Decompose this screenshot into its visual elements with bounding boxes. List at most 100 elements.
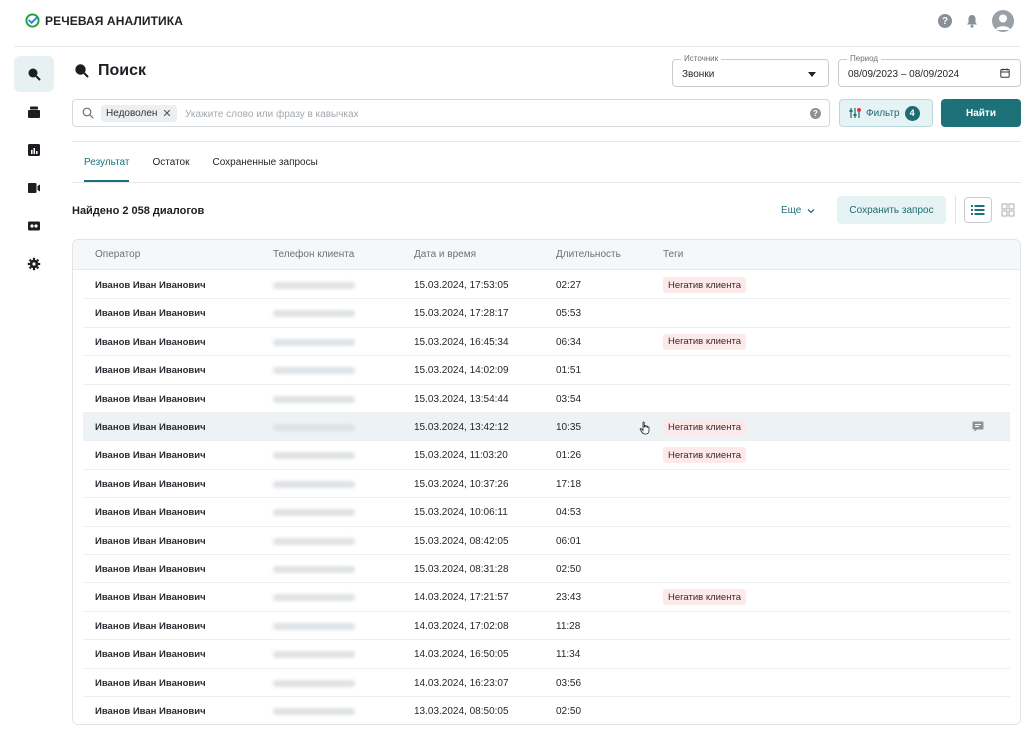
call-datetime: 15.03.2024, 13:42:12: [414, 422, 509, 433]
tag-badge[interactable]: Негатив клиента: [663, 419, 746, 435]
sidebar-item-audio[interactable]: [14, 208, 54, 244]
period-picker[interactable]: Период 08/09/2023 – 08/09/2024: [838, 54, 1021, 87]
call-duration: 04:53: [556, 507, 582, 519]
section-divider: [72, 141, 1021, 142]
tag-badge[interactable]: Негатив клиента: [663, 333, 746, 350]
save-query-button[interactable]: Сохранить запрос: [837, 196, 946, 224]
top-bar: РЕЧЕВАЯ АНАЛИТИКА ?: [0, 0, 1032, 44]
client-phone-blurred: [273, 566, 355, 573]
operator-name: Иванов Иван Иванович: [95, 564, 206, 575]
camera-icon: [28, 183, 40, 193]
tag-badge[interactable]: Негатив клиента: [663, 447, 746, 464]
search-box[interactable]: Недоволен ✕ ?: [72, 99, 830, 127]
client-phone-blurred: [273, 282, 355, 289]
source-select[interactable]: Источник Звонки: [672, 54, 829, 87]
header-phone[interactable]: Телефон клиента: [273, 249, 354, 260]
call-duration: 11:28: [556, 620, 581, 632]
sidebar-item-settings[interactable]: [14, 246, 54, 282]
period-value: 08/09/2023 – 08/09/2024: [848, 69, 960, 80]
call-datetime: 15.03.2024, 16:45:34: [414, 336, 509, 348]
period-label: Период: [847, 54, 882, 63]
table-row[interactable]: Иванов Иван Иванович 15.03.2024, 10:06:11…: [83, 498, 1010, 527]
operator-name: Иванов Иван Иванович: [95, 706, 206, 717]
table-row[interactable]: Иванов Иван Иванович 15.03.2024, 17:53:05…: [83, 271, 1010, 300]
operator-name: Иванов Иван Иванович: [95, 620, 206, 632]
table-row[interactable]: Иванов Иван Иванович 15.03.2024, 08:42:05…: [83, 527, 1010, 555]
table-row[interactable]: Иванов Иван Иванович 15.03.2024, 16:45:34…: [83, 328, 1010, 357]
call-datetime: 15.03.2024, 17:28:17: [414, 308, 509, 320]
call-duration: 05:53: [556, 308, 582, 320]
sidebar-item-folders[interactable]: [14, 94, 54, 130]
dialogs-table: Оператор Телефон клиента Дата и время Дл…: [72, 239, 1021, 725]
client-phone-blurred: [273, 679, 355, 687]
operator-name: Иванов Иван Иванович: [95, 649, 206, 661]
tabs-divider: [72, 182, 1021, 183]
operator-name: Иванов Иван Иванович: [95, 507, 206, 519]
filter-button[interactable]: Фильтр 4: [839, 99, 933, 127]
sidebar-item-video[interactable]: [14, 170, 54, 206]
call-datetime: 15.03.2024, 08:42:05: [414, 535, 509, 547]
avatar[interactable]: [992, 10, 1014, 32]
table-row[interactable]: Иванов Иван Иванович 14.03.2024, 17:21:57…: [83, 583, 1010, 612]
table-row[interactable]: Иванов Иван Иванович 15.03.2024, 08:31:28…: [83, 555, 1010, 584]
header-duration[interactable]: Длительность: [556, 249, 621, 260]
folder-icon: [28, 106, 40, 118]
client-phone-blurred: [273, 424, 355, 431]
find-button[interactable]: Найти: [941, 99, 1021, 127]
comment-icon[interactable]: [972, 421, 984, 432]
header-datetime[interactable]: Дата и время: [414, 249, 476, 260]
more-button[interactable]: Еще: [781, 205, 815, 216]
table-row[interactable]: Иванов Иван Иванович 15.03.2024, 13:42:12…: [83, 413, 1010, 442]
search-chip-label: Недоволен: [106, 108, 158, 119]
close-icon[interactable]: ✕: [162, 107, 171, 120]
operator-name: Иванов Иван Иванович: [95, 336, 206, 348]
results-count: Найдено 2 058 диалогов: [72, 205, 205, 217]
table-row[interactable]: Иванов Иван Иванович 14.03.2024, 16:23:07…: [83, 669, 1010, 697]
call-datetime: 14.03.2024, 16:50:05: [414, 649, 509, 661]
grid-view-button[interactable]: [996, 197, 1020, 223]
tag-badge[interactable]: Негатив клиента: [663, 277, 746, 293]
table-row[interactable]: Иванов Иван Иванович 15.03.2024, 11:03:20…: [83, 441, 1010, 470]
table-row[interactable]: Иванов Иван Иванович 15.03.2024, 13:54:44…: [83, 385, 1010, 413]
app-logo[interactable]: РЕЧЕВАЯ АНАЛИТИКА: [25, 13, 183, 28]
calendar-icon[interactable]: [1000, 68, 1010, 78]
help-icon[interactable]: ?: [810, 108, 821, 119]
call-duration: 03:56: [556, 677, 582, 689]
table-row[interactable]: Иванов Иван Иванович 15.03.2024, 14:02:09…: [83, 356, 1010, 385]
table-row[interactable]: Иванов Иван Иванович 15.03.2024, 10:37:26…: [83, 470, 1010, 499]
header-operator[interactable]: Оператор: [95, 249, 140, 260]
call-datetime: 15.03.2024, 13:54:44: [414, 393, 509, 405]
call-duration: 06:34: [556, 336, 582, 348]
tab-saved-queries[interactable]: Сохраненные запросы: [212, 157, 317, 182]
table-row[interactable]: Иванов Иван Иванович 15.03.2024, 17:28:17…: [83, 299, 1010, 328]
page-title: Поиск: [74, 62, 146, 80]
call-datetime: 15.03.2024, 08:31:28: [414, 564, 509, 575]
operator-name: Иванов Иван Иванович: [95, 365, 206, 377]
operator-name: Иванов Иван Иванович: [95, 422, 206, 433]
sidebar-item-reports[interactable]: [14, 132, 54, 168]
operator-name: Иванов Иван Иванович: [95, 280, 206, 291]
table-row[interactable]: Иванов Иван Иванович 14.03.2024, 16:50:05…: [83, 640, 1010, 669]
search-icon: [75, 64, 89, 78]
filter-icon: [849, 108, 861, 118]
logo-icon: [25, 13, 40, 28]
call-datetime: 14.03.2024, 17:02:08: [414, 620, 509, 632]
list-view-button[interactable]: [964, 197, 992, 223]
tag-badge[interactable]: Негатив клиента: [663, 589, 746, 606]
header-tags[interactable]: Теги: [663, 249, 683, 260]
help-icon[interactable]: ?: [938, 14, 952, 28]
table-row[interactable]: Иванов Иван Иванович 14.03.2024, 17:02:08…: [83, 612, 1010, 641]
client-phone-blurred: [273, 367, 355, 375]
tab-result[interactable]: Результат: [84, 157, 130, 182]
table-row[interactable]: Иванов Иван Иванович 13.03.2024, 08:50:05…: [83, 697, 1010, 724]
client-phone-blurred: [273, 480, 355, 488]
client-phone-blurred: [273, 338, 355, 346]
bell-icon[interactable]: [964, 13, 980, 29]
source-value: Звонки: [682, 69, 715, 80]
call-datetime: 14.03.2024, 16:23:07: [414, 677, 509, 689]
sidebar-item-search[interactable]: [14, 56, 54, 92]
chevron-down-icon: [808, 72, 816, 77]
search-input[interactable]: [185, 105, 785, 123]
chevron-down-icon: [807, 208, 815, 213]
tab-remainder[interactable]: Остаток: [152, 157, 189, 182]
